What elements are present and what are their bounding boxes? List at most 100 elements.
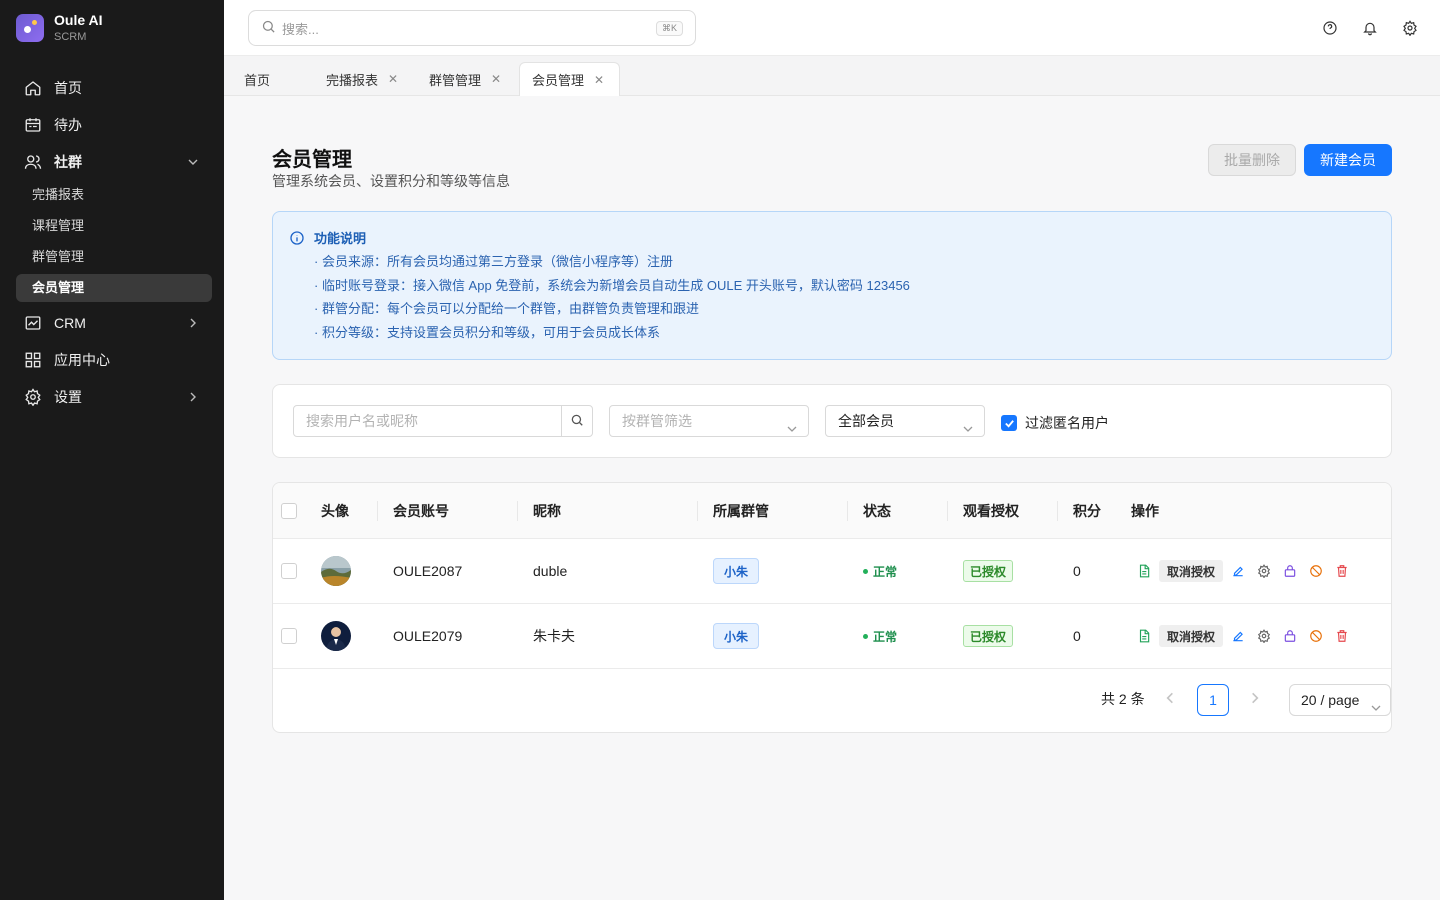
global-search[interactable]: 搜索... ⌘K [248,10,696,46]
auth-cell: 已授权 [963,539,1014,603]
table-row[interactable]: OULE2079 朱卡夫 小朱 正常 已授权 0 取消授权 [273,604,1391,669]
row-checkbox[interactable] [281,563,297,579]
chevron-right-icon[interactable] [1248,691,1262,708]
sidebar: Oule AI SCRM 首页 待办 社群 完播报表 课程管理 群管管理 会员管… [0,0,224,900]
table-row[interactable]: OULE2087 duble 小朱 正常 已授权 0 取消授权 [273,539,1391,604]
sidebar-subitem-completion-report[interactable]: 完播报表 [16,181,212,209]
sidebar-item-app-center[interactable]: 应用中心 [12,342,212,378]
gear-icon [24,388,42,406]
column-header: 所属群管 [713,503,769,519]
info-list: · 会员来源：所有会员均通过第三方登录（微信小程序等）注册 · 临时账号登录：接… [314,250,910,344]
sidebar-item-label: 设置 [54,389,82,405]
edit-icon[interactable] [1225,560,1251,582]
help-icon[interactable] [1320,18,1340,38]
tab-label: 完播报表 [326,72,379,88]
filter-bar: 搜索用户名或昵称 按群管筛选 全部会员 过滤匿名用户 [272,384,1392,458]
global-search-placeholder: 搜索... [282,21,319,37]
lock-icon[interactable] [1277,560,1303,582]
status-badge: 正常 [863,628,897,645]
tab-label: 首页 [244,72,271,88]
member-account: OULE2079 [393,628,463,644]
actions-cell: 取消授权 [1131,539,1355,603]
document-icon[interactable] [1131,560,1157,582]
pagination: 共 2 条 1 20 / page [273,683,1391,717]
group-filter-select[interactable]: 按群管筛选 [609,405,809,437]
batch-delete-button[interactable]: 批量删除 [1208,144,1296,176]
sidebar-item-community[interactable]: 社群 [12,144,212,180]
shortcut-hint: ⌘K [655,20,683,36]
info-panel: 功能说明 · 会员来源：所有会员均通过第三方登录（微信小程序等）注册 · 临时账… [272,211,1392,360]
sidebar-item-label: 待办 [54,117,82,133]
tab-label: 会员管理 [532,73,585,88]
page-title: 会员管理 [272,149,352,171]
member-account: OULE2087 [393,563,463,579]
edit-icon[interactable] [1225,625,1251,647]
gear-icon[interactable] [1251,625,1277,647]
revoke-auth-button[interactable]: 取消授权 [1159,560,1224,582]
table-header: 头像 会员账号 昵称 所属群管 状态 观看授权 积分 操作 [273,483,1391,539]
group-tag: 小朱 [713,623,760,649]
member-search-input[interactable]: 搜索用户名或昵称 [293,405,562,437]
sidebar-subitem-group-management[interactable]: 群管管理 [16,243,212,271]
document-icon[interactable] [1131,625,1157,647]
gear-icon[interactable] [1400,18,1420,38]
sidebar-item-todo[interactable]: 待办 [12,107,212,143]
group-filter-placeholder: 按群管筛选 [622,413,692,429]
filter-anonymous-label: 过滤匿名用户 [1025,415,1109,431]
avatar [321,556,351,586]
trash-icon[interactable] [1329,625,1355,647]
select-all-checkbox[interactable] [281,503,297,519]
info-line: · 会员来源：所有会员均通过第三方登录（微信小程序等）注册 [314,254,673,269]
chevron-down-icon [186,155,200,169]
sidebar-subitem-member-management[interactable]: 会员管理 [16,274,212,302]
sidebar-item-label: CRM [54,315,86,331]
brand-logo [16,14,44,42]
chevron-left-icon[interactable] [1163,691,1177,708]
member-search-button[interactable] [561,405,593,437]
status-text: 正常 [873,564,898,579]
close-icon[interactable]: ✕ [594,73,604,87]
column-header: 昵称 [533,503,561,519]
column-header: 积分 [1073,503,1101,519]
gear-icon[interactable] [1251,560,1277,582]
auth-cell: 已授权 [963,604,1014,668]
column-header: 会员账号 [393,503,449,519]
chevron-down-icon [962,415,974,445]
ban-icon[interactable] [1303,625,1329,647]
group-cell: 小朱 [713,539,760,603]
ban-icon[interactable] [1303,560,1329,582]
new-member-button[interactable]: 新建会员 [1304,144,1392,176]
info-line: · 群管分配：每个会员可以分配给一个群管，由群管负责管理和跟进 [314,301,699,316]
tab-group-management[interactable]: 群管管理 ✕ [417,62,513,96]
auth-tag: 已授权 [963,625,1014,647]
revoke-auth-button[interactable]: 取消授权 [1159,625,1224,647]
status-text: 正常 [873,629,898,644]
page-description: 管理系统会员、设置积分和等级等信息 [272,173,510,189]
search-icon [570,413,584,430]
row-checkbox[interactable] [281,628,297,644]
member-type-select[interactable]: 全部会员 [825,405,985,437]
grid-icon [24,351,42,369]
info-title: 功能说明 [314,231,367,246]
tab-completion-report[interactable]: 完播报表 ✕ [314,62,410,96]
filter-anonymous-checkbox[interactable]: 过滤匿名用户 [1001,413,1109,433]
brand[interactable]: Oule AI SCRM [0,0,224,56]
tab-member-management[interactable]: 会员管理 ✕ [519,62,620,96]
page-size-select[interactable]: 20 / page [1289,684,1391,716]
close-icon[interactable]: ✕ [388,72,398,86]
sidebar-item-home[interactable]: 首页 [12,70,212,106]
column-header: 观看授权 [963,503,1019,519]
sidebar-item-settings[interactable]: 设置 [12,379,212,415]
trash-icon[interactable] [1329,560,1355,582]
bell-icon[interactable] [1360,18,1380,38]
tab-home[interactable]: 首页 [232,62,282,96]
checkbox-checked[interactable] [1001,415,1017,431]
status-cell: 正常 [863,539,897,603]
page-number-current[interactable]: 1 [1197,684,1229,716]
total-count: 共 2 条 [1101,691,1145,707]
lock-icon[interactable] [1277,625,1303,647]
actions-cell: 取消授权 [1131,604,1355,668]
close-icon[interactable]: ✕ [491,72,501,86]
sidebar-item-crm[interactable]: CRM [12,305,212,341]
sidebar-subitem-course-management[interactable]: 课程管理 [16,212,212,240]
